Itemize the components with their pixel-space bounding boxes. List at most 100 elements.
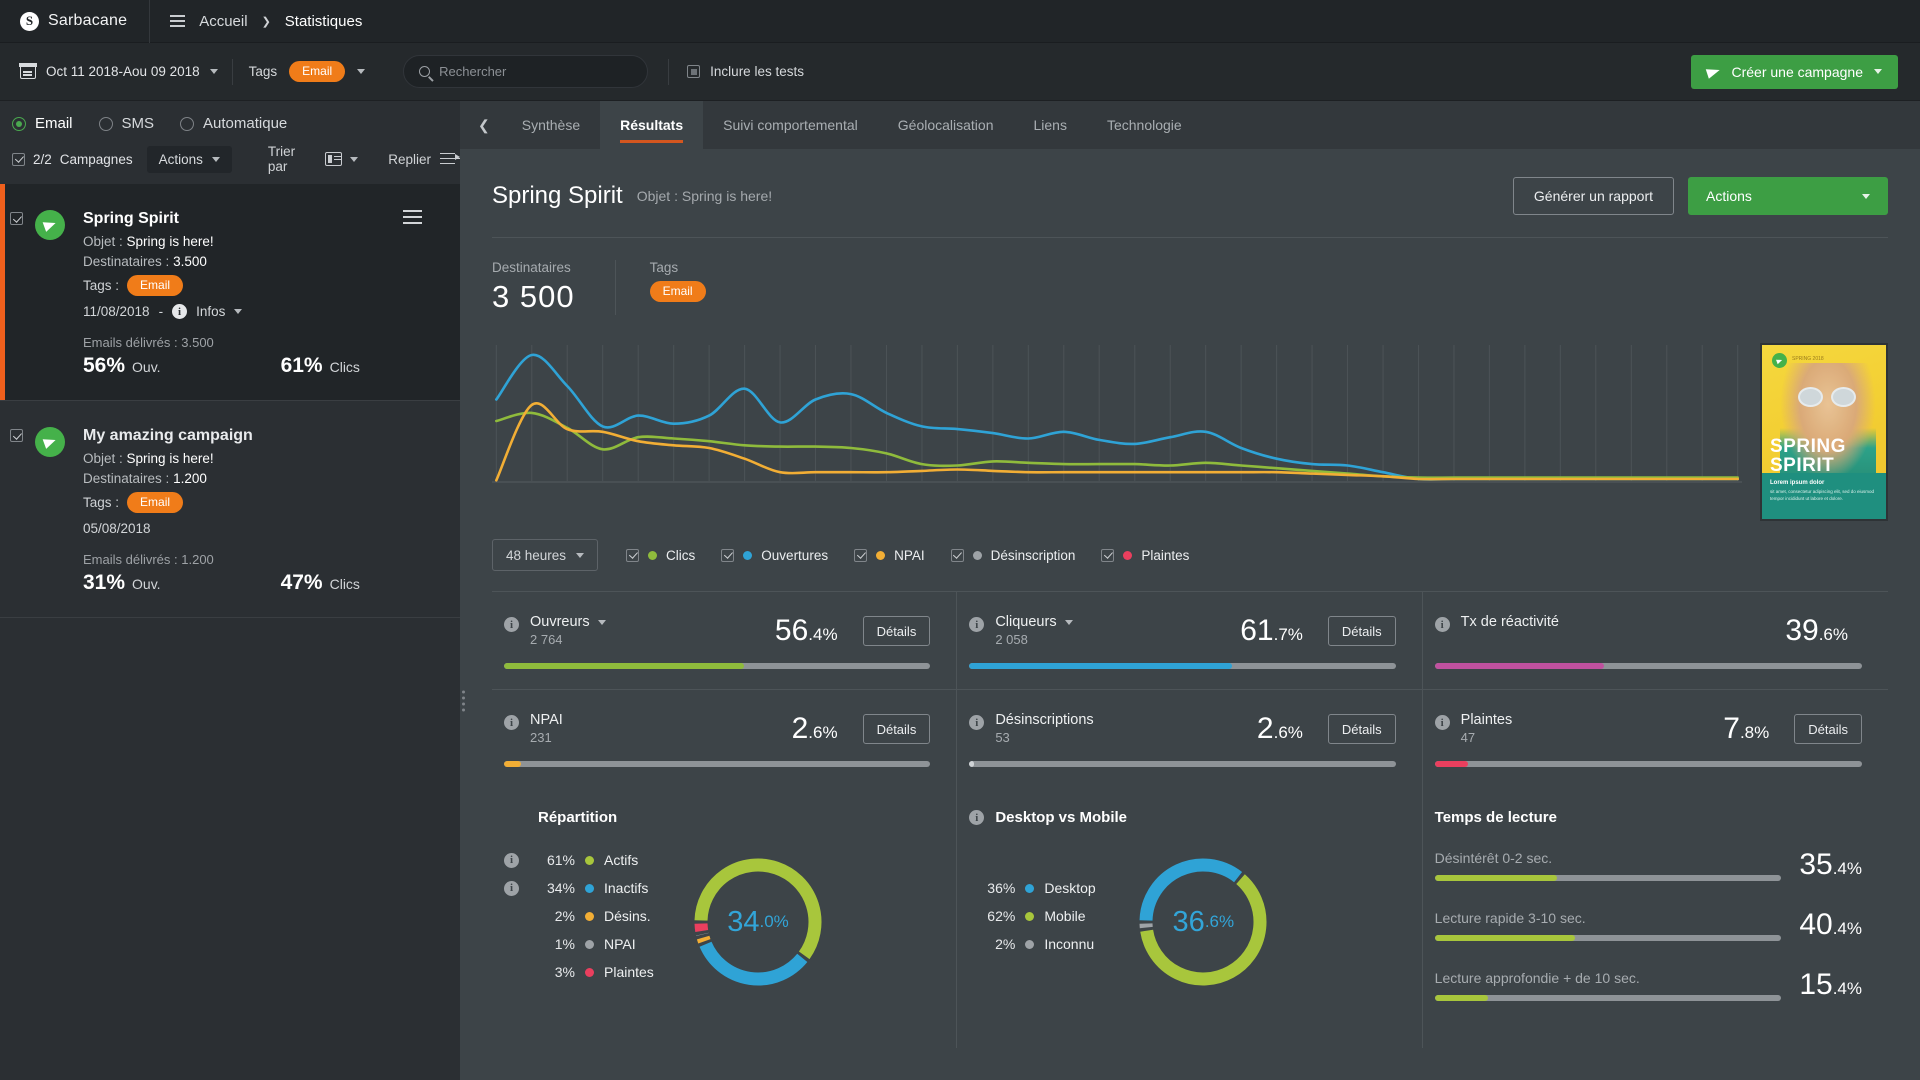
details-button[interactable]: Détails [862, 714, 931, 744]
legend-row: 2% Désins. [504, 908, 684, 924]
legend-color-dot [648, 550, 658, 560]
info-icon[interactable]: i [504, 880, 519, 896]
channel-radio-email[interactable]: Email [12, 115, 73, 132]
legend-item-clics[interactable]: Clics [626, 548, 695, 563]
legend-item-desinscription[interactable]: Désinscription [950, 548, 1075, 563]
info-icon[interactable]: i [969, 617, 985, 632]
radio-icon [180, 116, 195, 131]
chevron-down-icon[interactable] [234, 309, 243, 314]
tab-bar: ❮ Synthèse Résultats Suivi comportementa… [460, 101, 1920, 149]
tag-chip-email[interactable]: Email [289, 61, 346, 82]
collapse-control[interactable]: Replier [388, 152, 460, 167]
campaign-thumbnail[interactable]: SPRING 2018 SPRING SPIRIT Lorem ipsum do… [1760, 343, 1888, 521]
details-button[interactable]: Détails [862, 616, 931, 646]
campaign-tags: Tags : Email [83, 275, 460, 296]
info-icon[interactable]: i [1434, 617, 1450, 632]
create-campaign-label: Créer une campagne [1731, 63, 1863, 80]
chevron-down-icon[interactable] [357, 69, 366, 74]
include-tests-toggle[interactable]: Inclure les tests [687, 64, 804, 79]
actions-button[interactable]: Actions [1688, 177, 1888, 215]
legend-checkbox[interactable] [854, 548, 868, 562]
tab-suivi-comportemental[interactable]: Suivi comportemental [703, 101, 878, 149]
paper-plane-icon [1706, 64, 1722, 79]
metric-percent: 39.6% [1785, 614, 1848, 647]
date-range-picker[interactable]: Oct 11 2018-Aou 09 2018 [0, 43, 232, 100]
tab-resultats[interactable]: Résultats [600, 101, 704, 149]
info-icon[interactable]: i [969, 810, 985, 825]
tab-geolocalisation[interactable]: Géolocalisation [878, 101, 1014, 149]
legend-color-dot [972, 550, 982, 560]
select-all-campaigns[interactable]: 2/2 Campagnes [12, 152, 133, 167]
legend-item-ouvertures[interactable]: Ouvertures [721, 548, 828, 563]
campaign-click-stat: 61% Clics [281, 354, 360, 378]
info-icon[interactable]: i [172, 304, 188, 319]
tab-technologie[interactable]: Technologie [1087, 101, 1202, 149]
details-button[interactable]: Détails [1327, 616, 1396, 646]
legend-checkbox[interactable] [1101, 548, 1115, 562]
legend-checkbox[interactable] [721, 548, 735, 562]
infos-label[interactable]: Infos [196, 304, 225, 319]
tab-liens[interactable]: Liens [1014, 101, 1087, 149]
legend-checkbox[interactable] [950, 548, 964, 562]
details-button[interactable]: Détails [1327, 714, 1396, 744]
tabs-scroll-left-icon[interactable]: ❮ [468, 101, 502, 149]
info-icon[interactable]: i [1434, 715, 1450, 730]
tag-chip-email[interactable]: Email [127, 492, 184, 513]
generate-report-button[interactable]: Générer un rapport [1512, 177, 1674, 215]
tag-chip-email[interactable]: Email [127, 275, 184, 296]
campaign-card[interactable]: Spring Spirit Objet : Spring is here! De… [0, 184, 460, 401]
timeline-chart [492, 343, 1743, 496]
legend-label: Plaintes [1141, 547, 1190, 563]
tag-chip-email[interactable]: Email [649, 281, 706, 302]
chevron-down-icon[interactable] [1064, 619, 1073, 625]
legend-checkbox[interactable] [626, 548, 640, 562]
select-all-checkbox[interactable] [12, 152, 25, 166]
info-icon[interactable]: i [969, 715, 985, 730]
tags-label: Tags : [83, 495, 120, 510]
create-campaign-button[interactable]: Créer une campagne [1691, 54, 1898, 89]
campaign-open-stat: 31% Ouv. [83, 571, 161, 595]
chevron-down-icon [1874, 69, 1882, 74]
sidebar-actions-button[interactable]: Actions [146, 145, 232, 173]
legend-label: Clics [666, 547, 696, 563]
campaign-checkbox[interactable] [10, 429, 23, 442]
campaign-tags: Tags : Email [83, 492, 460, 513]
metric-name: Désinscriptions [995, 712, 1094, 728]
device-donut-chart: 36.6% [1129, 848, 1277, 996]
info-icon[interactable]: i [504, 617, 519, 632]
metric-percent: 7.8% [1723, 712, 1770, 745]
thumbnail-band: Lorem ipsum dolor sit amet, consectetur … [1762, 473, 1886, 519]
breadcrumb-item-accueil[interactable]: Accueil [199, 13, 247, 30]
campaign-menu-icon[interactable] [403, 210, 422, 224]
include-tests-checkbox[interactable] [687, 65, 701, 78]
legend-pct: 36% [987, 880, 1016, 896]
brand[interactable]: S Sarbacane [0, 0, 149, 42]
legend-label: NPAI [894, 547, 925, 563]
legend-item-npai[interactable]: NPAI [854, 548, 925, 563]
open-pct: 31% [83, 571, 126, 594]
legend-label: Ouvertures [761, 547, 829, 563]
thumbnail-header: SPRING 2018 [1792, 356, 1824, 362]
details-button[interactable]: Détails [1794, 714, 1862, 744]
chevron-down-icon[interactable] [597, 619, 606, 625]
tab-synthese[interactable]: Synthèse [502, 101, 600, 149]
sort-by-control[interactable]: Trier par [268, 144, 359, 174]
metric-name: NPAI [530, 712, 563, 728]
legend-item-plaintes[interactable]: Plaintes [1101, 548, 1189, 563]
dest-label: Destinataires : [83, 254, 170, 269]
channel-radio-automatique[interactable]: Automatique [180, 115, 287, 132]
legend-label: Desktop [1044, 880, 1096, 896]
channel-radio-sms[interactable]: SMS [98, 115, 154, 132]
campaign-checkbox[interactable] [10, 212, 23, 225]
info-icon[interactable]: i [504, 852, 519, 868]
campaign-card[interactable]: My amazing campaign Objet : Spring is he… [0, 401, 460, 618]
open-pct: 56% [83, 354, 126, 377]
reading-value: 40.4% [1799, 908, 1862, 941]
hamburger-icon[interactable] [170, 15, 186, 27]
period-select[interactable]: 48 heures [492, 539, 599, 571]
info-icon[interactable]: i [504, 715, 519, 730]
legend-label: Inconnu [1044, 936, 1095, 952]
tags-filter[interactable]: Tags Email [233, 61, 382, 82]
search-input[interactable]: Rechercher [403, 55, 649, 88]
breadcrumb-item-statistiques[interactable]: Statistiques [285, 13, 363, 30]
